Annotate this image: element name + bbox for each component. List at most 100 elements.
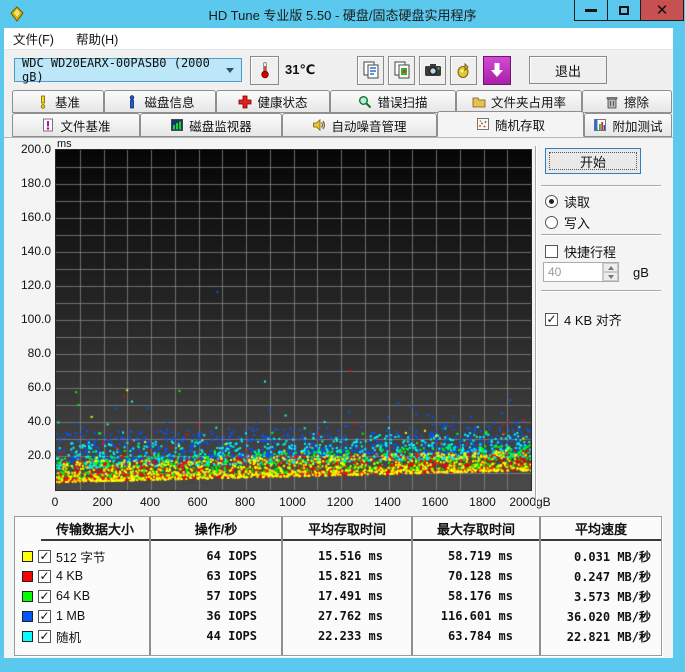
short-stroke-option[interactable]: ✓ 快捷行程 <box>545 242 616 261</box>
close-icon: ✕ <box>655 1 669 19</box>
maximize-icon <box>619 5 629 15</box>
series-color-swatch <box>22 610 33 622</box>
app-window: HD Tune 专业版 5.50 - 硬盘/固态硬盘实用程序 ✕ 文件(F) 帮… <box>0 0 685 672</box>
y-tick-label: 80.0 <box>27 346 51 360</box>
x-tick-label: 1400 <box>374 495 401 509</box>
x-tick-label: 800 <box>234 495 256 509</box>
series-checkbox[interactable]: ✓ <box>38 609 51 623</box>
down-arrow-icon <box>491 63 503 77</box>
results-table: 传输数据大小 ✓ 512 字节 ✓ 4 KB ✓ 64 KB ✓ 1 MB ✓ … <box>14 516 662 656</box>
focus-ring: 开始 <box>549 152 637 170</box>
max-access-value: 58.719 ms <box>447 549 513 563</box>
file-benchmark-icon <box>43 118 54 132</box>
spinner-up-button[interactable] <box>603 263 618 272</box>
read-radio[interactable] <box>545 195 558 208</box>
temperature-value: 31℃ <box>285 62 316 77</box>
close-button[interactable]: ✕ <box>640 0 684 21</box>
tab-error-scan[interactable]: 错误扫描 <box>330 90 456 113</box>
avg-access-value: 17.491 ms <box>317 589 383 603</box>
trash-icon <box>606 96 618 108</box>
series-checkbox[interactable]: ✓ <box>38 589 51 603</box>
avg-speed-value: 0.031 MB/秒 <box>573 549 651 564</box>
tab-erase[interactable]: 擦除 <box>582 90 672 113</box>
series-label: 随机 <box>56 630 82 645</box>
health-cross-icon <box>239 95 252 108</box>
y-tick-label: 180.0 <box>20 176 51 190</box>
down-arrow-icon <box>607 274 614 279</box>
minimize-button[interactable] <box>574 0 608 21</box>
tab-random-access[interactable]: 随机存取 <box>437 111 584 137</box>
minimize-icon <box>585 8 597 12</box>
x-tick-label: 1600 <box>421 495 449 509</box>
random-access-icon <box>477 118 489 130</box>
tab-folder-usage[interactable]: 文件夹占用率 <box>456 90 582 113</box>
write-radio[interactable] <box>545 216 558 229</box>
write-option[interactable]: 写入 <box>545 213 590 232</box>
screenshot-button[interactable] <box>419 55 446 85</box>
avg-access-value: 27.762 ms <box>317 609 383 623</box>
y-tick-label: 20.0 <box>27 448 51 462</box>
tab-extra-tests[interactable]: 附加测试 <box>584 113 672 137</box>
align-option[interactable]: ✓ 4 KB 对齐 <box>545 310 622 329</box>
read-option[interactable]: 读取 <box>545 192 590 211</box>
series-checkbox[interactable]: ✓ <box>38 629 51 643</box>
short-stroke-size-input[interactable]: 40 <box>543 262 619 282</box>
column-transfer-size: 传输数据大小 ✓ 512 字节 ✓ 4 KB ✓ 64 KB ✓ 1 MB ✓ … <box>15 517 151 655</box>
avg-speed-value: 0.247 MB/秒 <box>573 569 651 584</box>
benchmark-icon <box>40 95 46 109</box>
tab-aam[interactable]: 自动噪音管理 <box>282 113 437 137</box>
menu-file[interactable]: 文件(F) <box>13 29 54 48</box>
align-checkbox[interactable]: ✓ <box>545 313 558 326</box>
disk-monitor-icon <box>171 119 184 131</box>
panel-divider <box>535 146 537 506</box>
exit-button[interactable]: 退出 <box>529 56 607 84</box>
temperature-button[interactable] <box>250 55 279 85</box>
avg-access-value: 22.233 ms <box>317 629 383 643</box>
tab-disk-info[interactable]: 磁盘信息 <box>104 90 216 113</box>
column-header: 平均速度 <box>541 517 661 541</box>
update-button[interactable] <box>483 55 511 85</box>
spinner-down-button[interactable] <box>603 272 618 281</box>
start-button[interactable]: 开始 <box>545 148 641 174</box>
short-stroke-unit: gB <box>633 265 649 280</box>
tab-health[interactable]: 健康状态 <box>216 90 330 113</box>
chevron-down-icon <box>226 67 234 73</box>
series-checkbox[interactable]: ✓ <box>38 549 51 563</box>
table-row: ✓ 随机 <box>15 626 149 646</box>
table-row: ✓ 4 KB <box>15 566 149 586</box>
column-header: 最大存取时间 <box>413 517 539 541</box>
x-tick-label: 200 <box>92 495 113 509</box>
y-tick-label: 160.0 <box>20 210 51 224</box>
short-stroke-checkbox[interactable]: ✓ <box>545 245 558 258</box>
table-row: ✓ 512 字节 <box>15 546 149 566</box>
column-avg-access: 平均存取时间 15.516 ms 15.821 ms 17.491 ms 27.… <box>283 517 413 655</box>
copy-image-icon <box>394 61 409 79</box>
max-access-value: 58.176 ms <box>447 589 513 603</box>
tab-benchmark[interactable]: 基准 <box>12 90 104 113</box>
maximize-button[interactable] <box>607 0 641 21</box>
avg-access-value: 15.821 ms <box>317 569 383 583</box>
x-tick-label: 1800 <box>469 495 496 509</box>
iops-value: 57 IOPS <box>206 589 257 603</box>
series-checkbox[interactable]: ✓ <box>38 569 51 583</box>
avg-speed-value: 36.020 MB/秒 <box>566 609 651 624</box>
y-tick-label: 100.0 <box>20 312 51 326</box>
copy-image-button[interactable] <box>388 55 415 85</box>
tab-disk-monitor[interactable]: 磁盘监视器 <box>140 113 282 137</box>
menu-help[interactable]: 帮助(H) <box>76 29 118 48</box>
copy-text-button[interactable] <box>357 55 384 85</box>
column-header: 操作/秒 <box>151 517 281 541</box>
max-access-value: 116.601 ms <box>440 609 513 623</box>
y-tick-label: 140.0 <box>20 244 51 258</box>
x-tick-label: 600 <box>187 495 208 509</box>
tab-file-benchmark[interactable]: 文件基准 <box>12 113 140 137</box>
random-access-page: ms 20.0 40.0 60.0 80.0 100.0 120.0 140.0 160.0 1… <box>4 137 673 658</box>
x-tick-label: 1200 <box>326 495 354 509</box>
series-label: 64 KB <box>56 589 91 603</box>
copy-text-icon <box>363 61 378 79</box>
table-row: ✓ 1 MB <box>15 606 149 626</box>
x-tick-label: 0 <box>51 495 59 509</box>
drive-select[interactable]: WDC WD20EARX-00PASB0 (2000 gB) <box>14 56 242 84</box>
series-label: 4 KB <box>56 569 84 583</box>
options-button[interactable] <box>450 55 477 85</box>
